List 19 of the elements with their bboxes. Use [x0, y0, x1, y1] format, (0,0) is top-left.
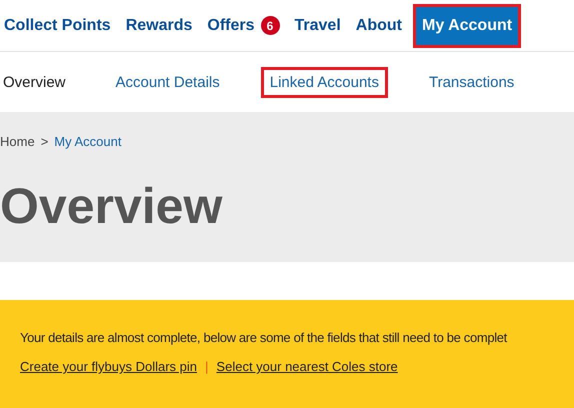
- page-title: Overview: [0, 177, 224, 235]
- nav-tab[interactable]: Travel: [294, 4, 341, 48]
- breadcrumb-separator: >: [40, 134, 48, 149]
- sub-nav-tab[interactable]: Account Details: [106, 66, 229, 98]
- sub-nav-tab[interactable]: Overview: [0, 66, 75, 98]
- notice-link[interactable]: Select your nearest Coles store: [216, 359, 398, 374]
- sub-nav-tab[interactable]: Linked Accounts: [260, 66, 388, 98]
- breadcrumb-link[interactable]: Home: [0, 134, 35, 149]
- sub-nav-tab[interactable]: Transactions: [420, 66, 524, 98]
- notice-message: Your details are almost complete, below are some of the fields that still need to be complet: [20, 330, 508, 345]
- nav-tab[interactable]: My Account: [412, 4, 522, 48]
- nav-tab[interactable]: About: [356, 4, 402, 48]
- nav-tab[interactable]: Rewards: [126, 4, 192, 48]
- nav-tab[interactable]: Collect Points: [4, 4, 111, 48]
- notice-link[interactable]: Create your flybuys Dollars pin: [20, 359, 198, 374]
- link-separator: |: [205, 359, 208, 374]
- nav-tab[interactable]: Offers 6: [207, 4, 280, 48]
- count-badge: 6: [260, 16, 280, 35]
- breadcrumb-link[interactable]: My Account: [54, 134, 122, 149]
